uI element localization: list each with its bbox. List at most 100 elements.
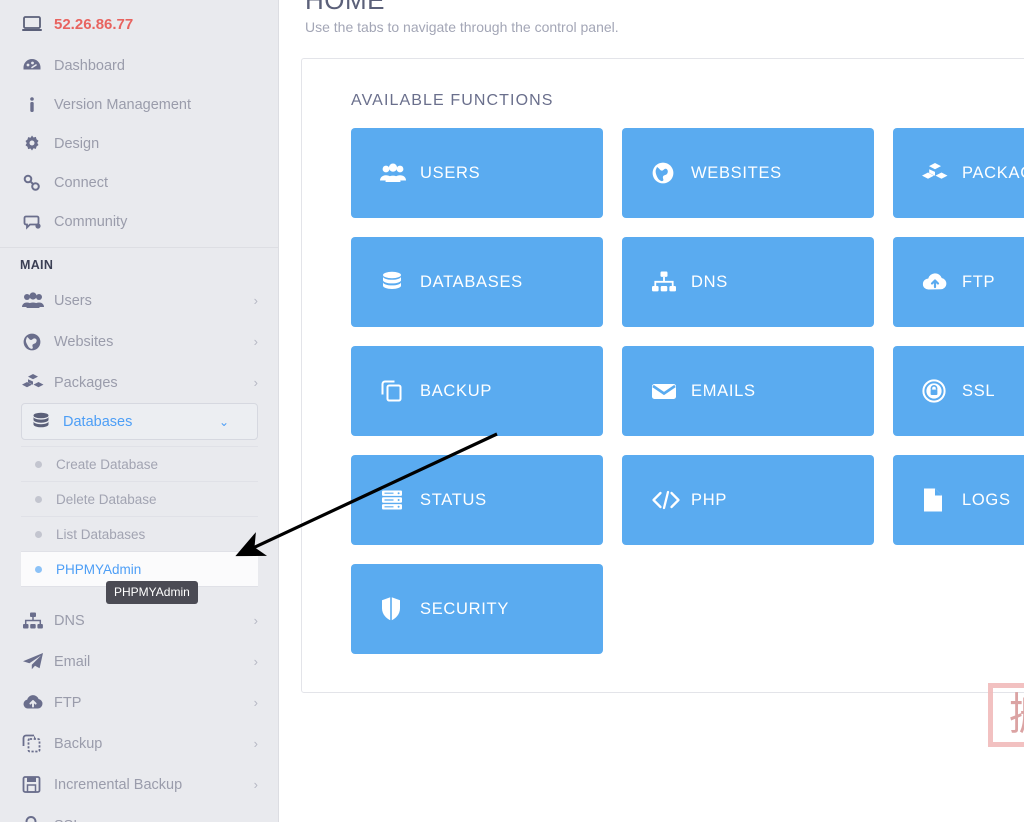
- chevron-right-icon: ›: [253, 375, 258, 390]
- sidebar-item-community[interactable]: Community: [0, 202, 278, 241]
- watermark-seal: 搬: [988, 683, 1024, 747]
- chevron-right-icon: ›: [253, 654, 258, 669]
- sidebar: 52.26.86.77 Dashboard Version Management…: [0, 0, 279, 822]
- tile-label: LOGS: [962, 490, 1011, 509]
- packages-icon: [922, 162, 962, 184]
- sidebar-section-main-label: MAIN: [0, 247, 278, 280]
- tile-emails[interactable]: EMAILS: [622, 346, 874, 436]
- dashboard-icon: [22, 57, 54, 75]
- sidebar-item-label: Dashboard: [54, 57, 125, 74]
- database-icon: [380, 271, 420, 294]
- card-title: AVAILABLE FUNCTIONS: [351, 92, 554, 109]
- bullet-icon: [35, 565, 42, 573]
- tile-label: SECURITY: [420, 599, 510, 618]
- watermark: 搬 主题 WWW.BANZHUTI.COM: [984, 683, 1024, 753]
- sidebar-item-connect[interactable]: Connect: [0, 163, 278, 202]
- tile-label: BACKUP: [420, 381, 493, 400]
- tile-label: STATUS: [420, 490, 487, 509]
- submenu-item-delete-database[interactable]: Delete Database: [21, 482, 258, 517]
- dns-icon: [651, 271, 691, 293]
- tile-label: FTP: [962, 272, 996, 291]
- sidebar-item-packages[interactable]: Packages ›: [0, 362, 278, 403]
- submenu-item-label: Create Database: [56, 456, 159, 472]
- phpmyadmin-tooltip: PHPMYAdmin: [106, 581, 198, 604]
- sidebar-item-design[interactable]: Design: [0, 124, 278, 163]
- sidebar-item-databases[interactable]: Databases ⌄: [21, 403, 258, 440]
- bullet-icon: [35, 495, 42, 503]
- chat-icon: [22, 213, 54, 231]
- tile-websites[interactable]: WEBSITES: [622, 128, 874, 218]
- sidebar-main-nav: Users › Websites › Packages › Databases …: [0, 280, 278, 822]
- ftp-icon: [22, 694, 54, 711]
- dns-icon: [22, 612, 54, 630]
- chevron-right-icon: ›: [253, 695, 258, 710]
- email-icon: [22, 652, 54, 671]
- sidebar-item-backup[interactable]: Backup ›: [0, 723, 278, 764]
- tile-logs[interactable]: LOGS: [893, 455, 1024, 545]
- floppy-icon: [22, 775, 54, 794]
- tile-label: USERS: [420, 163, 481, 182]
- submenu-item-label: PHPMYAdmin: [56, 561, 142, 577]
- shield-icon: [380, 596, 420, 622]
- sidebar-item-users[interactable]: Users ›: [0, 280, 278, 321]
- tile-databases[interactable]: DATABASES: [351, 237, 603, 327]
- lock-icon: [22, 816, 54, 822]
- databases-submenu: Create Database Delete Database List Dat…: [21, 446, 258, 587]
- tile-backup[interactable]: BACKUP: [351, 346, 603, 436]
- sidebar-item-label: Websites: [54, 333, 114, 350]
- server-icon: [380, 489, 420, 511]
- submenu-item-create-database[interactable]: Create Database: [21, 447, 258, 482]
- chevron-right-icon: ›: [253, 293, 258, 308]
- bullet-icon: [35, 530, 42, 538]
- sidebar-item-incremental-backup[interactable]: Incremental Backup ›: [0, 764, 278, 805]
- tile-ftp[interactable]: FTP: [893, 237, 1024, 327]
- tile-users[interactable]: USERS: [351, 128, 603, 218]
- sidebar-item-email[interactable]: Email ›: [0, 641, 278, 682]
- tile-ssl[interactable]: SSL: [893, 346, 1024, 436]
- sidebar-item-version-management[interactable]: Version Management: [0, 85, 278, 124]
- tile-label: PACKAGES: [962, 163, 1024, 182]
- envelope-icon: [651, 381, 691, 401]
- users-icon: [22, 292, 54, 309]
- tile-label: DATABASES: [420, 272, 523, 291]
- sidebar-item-label: Incremental Backup: [54, 776, 183, 793]
- tile-security[interactable]: SECURITY: [351, 564, 603, 654]
- copy-icon: [380, 379, 420, 403]
- tile-dns[interactable]: DNS: [622, 237, 874, 327]
- sidebar-item-label: Version Management: [54, 96, 192, 113]
- chevron-right-icon: ›: [253, 613, 258, 628]
- sidebar-item-label: DNS: [54, 612, 85, 629]
- sidebar-item-label: Packages: [54, 374, 118, 391]
- submenu-item-list-databases[interactable]: List Databases: [21, 517, 258, 552]
- packages-icon: [22, 373, 54, 392]
- sidebar-item-dns[interactable]: DNS ›: [0, 600, 278, 641]
- tile-php[interactable]: PHP: [622, 455, 874, 545]
- sidebar-item-ssl[interactable]: SSL ›: [0, 805, 278, 822]
- control-panel-page: 52.26.86.77 Dashboard Version Management…: [0, 0, 1024, 822]
- database-icon: [23, 412, 63, 431]
- tile-status[interactable]: STATUS: [351, 455, 603, 545]
- file-icon: [922, 487, 962, 513]
- users-icon: [380, 163, 420, 183]
- chevron-right-icon: ›: [254, 818, 258, 822]
- tile-label: DNS: [691, 272, 728, 291]
- available-functions-card: AVAILABLE FUNCTIONS USERS WEBSITES PACKA…: [301, 58, 1024, 693]
- tile-packages[interactable]: PACKAGES: [893, 128, 1024, 218]
- laptop-icon: [22, 16, 54, 32]
- link-icon: [22, 174, 54, 192]
- code-icon: [651, 490, 691, 510]
- sidebar-item-label: Community: [54, 213, 128, 230]
- submenu-item-label: List Databases: [56, 526, 146, 542]
- sidebar-item-dashboard[interactable]: Dashboard: [0, 46, 278, 85]
- sidebar-top-nav: 52.26.86.77 Dashboard Version Management…: [0, 0, 278, 241]
- chevron-down-icon: ⌄: [218, 414, 229, 429]
- sidebar-item-websites[interactable]: Websites ›: [0, 321, 278, 362]
- sidebar-item-ftp[interactable]: FTP ›: [0, 682, 278, 723]
- sidebar-item-server-ip[interactable]: 52.26.86.77: [0, 2, 278, 46]
- tile-label: EMAILS: [691, 381, 756, 400]
- main-content: HOME Use the tabs to navigate through th…: [279, 0, 1024, 822]
- tile-label: SSL: [962, 381, 996, 400]
- globe-icon: [651, 161, 691, 185]
- sidebar-item-label: Email: [54, 653, 91, 670]
- sidebar-item-label: Backup: [54, 735, 103, 752]
